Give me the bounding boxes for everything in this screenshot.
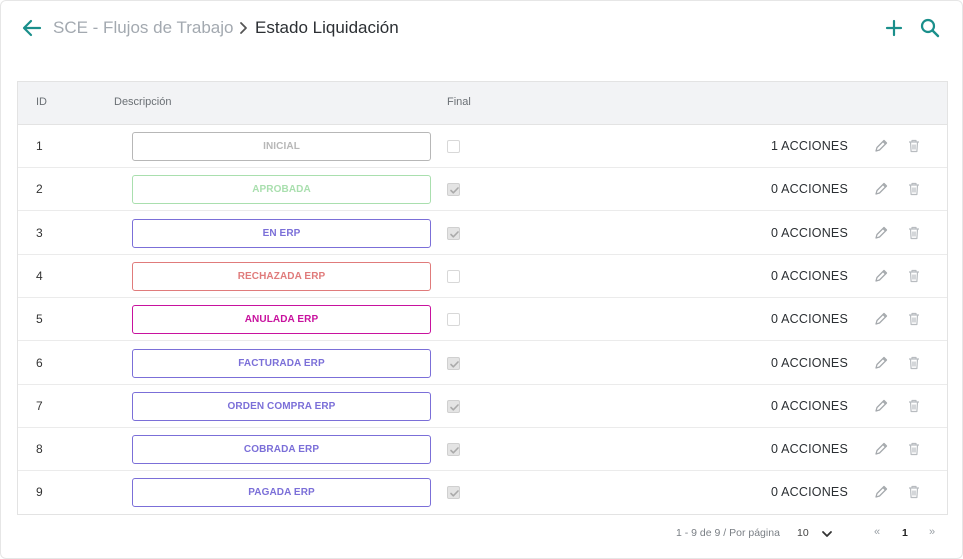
row-id: 4 [36,268,43,283]
pagination-info: 1 - 9 de 9 / Por página [676,527,780,539]
state-chip: RECHAZADA ERP [132,261,431,291]
acciones-link[interactable]: 0 ACCIONES [771,485,848,499]
states-table: ID Descripción Final 1 INICIAL 1 ACCIONES 2… [17,81,948,515]
column-header-final[interactable]: Final [447,96,471,108]
row-id: 7 [36,398,43,413]
state-chip: PAGADA ERP [132,478,431,508]
acciones-link[interactable]: 0 ACCIONES [771,312,848,326]
acciones-link[interactable]: 0 ACCIONES [771,442,848,456]
acciones-link[interactable]: 0 ACCIONES [771,269,848,283]
table-row: 6 FACTURADA ERP 0 ACCIONES [18,342,947,385]
check-icon [450,230,459,238]
row-id: 2 [36,182,43,197]
table-row: 8 COBRADA ERP 0 ACCIONES [18,428,947,472]
row-id: 8 [36,442,43,457]
state-chip: INICIAL [132,132,431,161]
state-chip: ANULADA ERP [132,305,431,335]
final-checkbox[interactable] [447,140,460,153]
current-page-button[interactable]: 1 [902,527,908,539]
row-id: 9 [36,485,43,500]
final-checkbox[interactable] [447,313,460,327]
check-icon [450,187,459,194]
breadcrumb-parent[interactable]: SCE - Flujos de Trabajo [53,18,233,38]
state-chip: COBRADA ERP [132,435,431,465]
pencil-icon[interactable] [873,311,889,327]
final-checkbox[interactable] [447,486,460,500]
column-header-description[interactable]: Descripción [114,96,171,108]
trash-icon[interactable] [906,181,922,197]
previous-page-button[interactable]: « [874,526,880,538]
acciones-link[interactable]: 0 ACCIONES [771,399,848,413]
next-page-button[interactable]: » [929,526,935,538]
table-row: 3 EN ERP 0 ACCIONES [18,212,947,255]
row-id: 6 [36,355,43,370]
acciones-link[interactable]: 0 ACCIONES [771,226,848,240]
table-row: 9 PAGADA ERP 0 ACCIONES [18,471,947,514]
pencil-icon[interactable] [873,441,889,457]
final-checkbox[interactable] [447,269,460,283]
table-row: 7 ORDEN COMPRA ERP 0 ACCIONES [18,385,947,428]
pencil-icon[interactable] [873,355,889,371]
pencil-icon[interactable] [873,398,889,414]
state-chip: FACTURADA ERP [132,348,431,378]
acciones-link[interactable]: 0 ACCIONES [771,356,848,370]
final-checkbox[interactable] [447,356,460,370]
check-icon [450,447,459,454]
row-id: 3 [36,225,43,240]
table-header: ID Descripción Final [18,82,947,125]
table-row: 4 RECHAZADA ERP 0 ACCIONES [18,255,947,298]
trash-icon[interactable] [906,355,922,371]
chevron-right-icon [240,22,247,34]
page-header: SCE - Flujos de Trabajo Estado Liquidaci… [0,0,963,58]
row-id: 5 [36,312,43,327]
trash-icon[interactable] [906,398,922,414]
state-chip: APROBADA [132,175,431,205]
pencil-icon[interactable] [873,225,889,241]
final-checkbox[interactable] [447,399,460,413]
acciones-link[interactable]: 1 ACCIONES [771,139,848,153]
check-icon [450,403,459,411]
final-checkbox[interactable] [447,226,460,240]
pencil-icon[interactable] [873,138,889,154]
pencil-icon[interactable] [873,484,889,500]
pencil-icon[interactable] [873,268,889,284]
state-chip: ORDEN COMPRA ERP [132,391,431,421]
trash-icon[interactable] [906,138,922,154]
plus-icon[interactable] [882,16,906,40]
check-icon [450,490,459,497]
search-icon[interactable] [918,16,942,40]
trash-icon[interactable] [906,268,922,284]
page-title: Estado Liquidación [255,18,399,37]
row-id: 1 [36,139,43,153]
acciones-link[interactable]: 0 ACCIONES [771,182,848,196]
column-header-id[interactable]: ID [36,96,47,108]
table-row: 1 INICIAL 1 ACCIONES [18,125,947,168]
trash-icon[interactable] [906,225,922,241]
final-checkbox[interactable] [447,443,460,457]
final-checkbox[interactable] [447,183,460,197]
trash-icon[interactable] [906,484,922,500]
chevron-down-icon [822,531,832,537]
trash-icon[interactable] [906,311,922,327]
arrow-left-icon[interactable] [20,16,44,40]
page-size-select[interactable]: 10 [796,524,838,544]
trash-icon[interactable] [906,441,922,457]
pencil-icon[interactable] [873,181,889,197]
page-size-value: 10 [797,527,809,539]
state-chip: EN ERP [132,218,431,248]
check-icon [450,360,459,368]
table-row: 2 APROBADA 0 ACCIONES [18,168,947,212]
table-row: 5 ANULADA ERP 0 ACCIONES [18,298,947,342]
